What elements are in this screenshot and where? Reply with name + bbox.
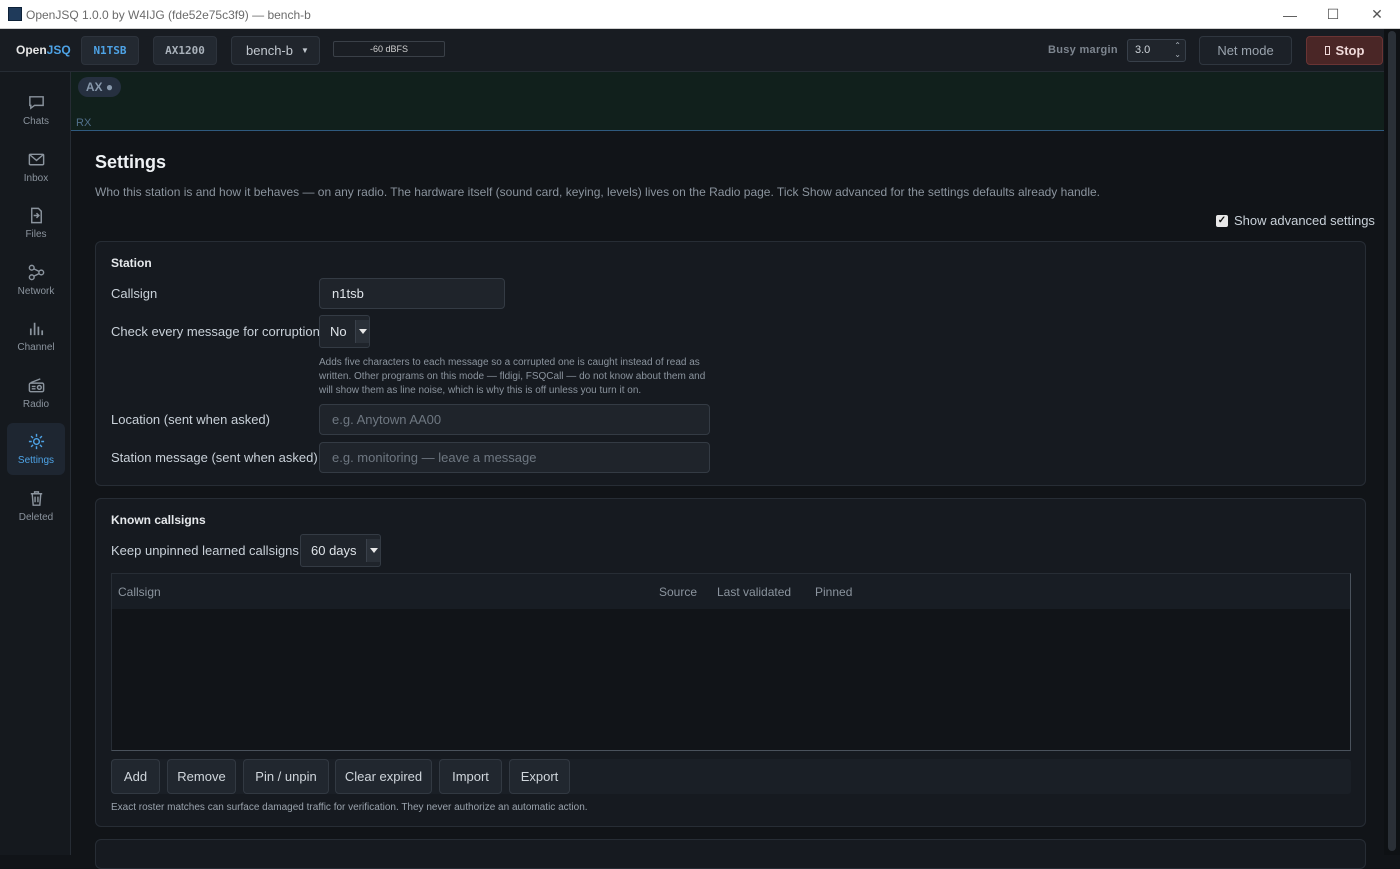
dropdown-caret-icon: ▼ <box>300 46 309 55</box>
sidebar-item-label: Files <box>25 229 47 240</box>
app-icon <box>8 7 22 21</box>
busy-margin-label: Busy margin <box>1048 44 1118 56</box>
sidebar-item-settings[interactable]: Settings <box>7 423 65 475</box>
sidebar-item-inbox[interactable]: Inbox <box>7 141 65 193</box>
known-callsigns-table[interactable]: Callsign Source Last validated Pinned <box>111 573 1351 751</box>
sidebar-item-label: Inbox <box>23 173 49 184</box>
station-card-title: Station <box>111 256 152 270</box>
checkbox-checked-icon[interactable]: ✓ <box>1216 214 1228 227</box>
envelope-icon <box>26 149 46 169</box>
sidebar-item-files[interactable]: Files <box>7 197 65 249</box>
stop-icon <box>1324 46 1330 55</box>
clear-expired-button[interactable]: Clear expired <box>335 759 432 794</box>
callsign-chip[interactable]: N1TSB <box>81 36 139 65</box>
network-nodes-icon <box>26 262 46 282</box>
callsign-label: Callsign <box>111 286 158 301</box>
location-label: Location (sent when asked) <box>111 412 270 427</box>
busy-margin-input[interactable]: 3.0 ⌃ ⌄ <box>1127 39 1186 62</box>
profile-select-value: bench-b <box>246 43 293 58</box>
chat-bubble-icon <box>26 92 46 112</box>
export-button[interactable]: Export <box>509 759 570 794</box>
rx-mode-chip[interactable]: AX ● <box>78 77 121 97</box>
sidebar-item-label: Settings <box>17 455 55 466</box>
sidebar-item-radio[interactable]: Radio <box>7 367 65 419</box>
minimize-button[interactable]: — <box>1268 0 1312 29</box>
dropdown-caret-icon <box>355 320 369 343</box>
sidebar-item-deleted[interactable]: Deleted <box>7 480 65 532</box>
sidebar-item-chats[interactable]: Chats <box>7 84 65 136</box>
spinner-arrows-icon[interactable]: ⌃ ⌄ <box>1174 41 1181 59</box>
maximize-button[interactable]: ☐ <box>1311 0 1355 29</box>
page-description: Who this station is and how it behaves —… <box>95 185 1101 199</box>
net-mode-button[interactable]: Net mode <box>1199 36 1292 65</box>
show-advanced-label: Show advanced settings <box>1234 213 1375 228</box>
known-callsigns-title: Known callsigns <box>111 513 206 527</box>
remove-button[interactable]: Remove <box>167 759 236 794</box>
file-import-icon <box>26 205 46 225</box>
page-title: Settings <box>95 152 167 172</box>
sidebar-item-label: Network <box>17 286 55 297</box>
keep-callsigns-label: Keep unpinned learned callsigns <box>111 543 299 558</box>
rx-waterfall-band[interactable]: AX ● RX <box>71 72 1384 131</box>
column-header-pinned[interactable]: Pinned <box>815 585 852 599</box>
station-message-label: Station message (sent when asked) <box>111 450 318 465</box>
callsign-field[interactable]: n1tsb <box>319 278 505 309</box>
rx-label: RX <box>76 117 92 129</box>
known-callsigns-card: Known callsigns Keep unpinned learned ca… <box>95 498 1366 827</box>
sidebar-item-label: Radio <box>22 399 50 410</box>
corruption-check-help: Adds five characters to each message so … <box>319 357 706 396</box>
column-header-last-validated[interactable]: Last validated <box>717 585 791 599</box>
dropdown-caret-icon <box>366 539 380 562</box>
bar-chart-icon <box>26 318 46 338</box>
gear-icon <box>26 431 46 451</box>
show-advanced-toggle[interactable]: ✓ Show advanced settings <box>1216 213 1375 228</box>
profile-select[interactable]: bench-b ▼ <box>231 36 320 65</box>
top-toolbar: OpenJSQ N1TSB AX1200 bench-b ▼ -60 dBFS … <box>0 29 1384 72</box>
radio-icon <box>26 375 46 395</box>
keep-callsigns-value: 60 days <box>311 543 357 558</box>
settings-page: Settings Who this station is and how it … <box>71 131 1384 869</box>
location-field[interactable]: e.g. Anytown AA00 <box>319 404 710 435</box>
pin-unpin-button[interactable]: Pin / unpin <box>243 759 329 794</box>
sidebar: Chats Inbox Files Network Channel Radio … <box>0 72 71 855</box>
column-header-callsign[interactable]: Callsign <box>118 585 161 599</box>
trash-icon <box>26 488 46 508</box>
add-button[interactable]: Add <box>111 759 160 794</box>
next-settings-card <box>95 839 1366 869</box>
known-callsigns-footnote: Exact roster matches can surface damaged… <box>111 802 588 813</box>
logo-open-text: Open <box>16 43 47 57</box>
sidebar-item-network[interactable]: Network <box>7 254 65 306</box>
logo-jsq-text: JSQ <box>46 43 71 57</box>
callsign-actions-bar: Add Remove Pin / unpin Clear expired Imp… <box>111 759 1351 794</box>
corruption-check-select[interactable]: No <box>319 315 370 348</box>
stop-label: Stop <box>1335 43 1365 58</box>
corruption-check-label: Check every message for corruption <box>111 324 320 339</box>
mode-chip[interactable]: AX1200 <box>153 36 217 65</box>
import-button[interactable]: Import <box>439 759 502 794</box>
station-message-field[interactable]: e.g. monitoring — leave a message <box>319 442 710 473</box>
audio-level-meter: -60 dBFS <box>333 41 445 57</box>
close-window-button[interactable]: ✕ <box>1355 0 1399 29</box>
scrollbar-thumb[interactable] <box>1388 31 1396 851</box>
window-title: OpenJSQ 1.0.0 by W4IJG (fde52e75c3f9) — … <box>26 8 311 22</box>
sidebar-item-channel[interactable]: Channel <box>7 310 65 362</box>
page-scrollbar[interactable] <box>1384 29 1400 855</box>
sidebar-item-label: Channel <box>17 342 55 353</box>
sidebar-item-label: Chats <box>22 116 50 127</box>
station-card: Station Callsign n1tsb Check every messa… <box>95 241 1366 486</box>
stop-button[interactable]: Stop <box>1306 36 1383 65</box>
column-header-source[interactable]: Source <box>659 585 697 599</box>
table-header: Callsign Source Last validated Pinned <box>112 574 1350 609</box>
keep-callsigns-select[interactable]: 60 days <box>300 534 381 567</box>
window-titlebar: OpenJSQ 1.0.0 by W4IJG (fde52e75c3f9) — … <box>0 0 1400 29</box>
busy-margin-value: 3.0 <box>1135 44 1151 56</box>
corruption-check-value: No <box>330 324 347 339</box>
app-logo: OpenJSQ <box>16 43 71 57</box>
sidebar-item-label: Deleted <box>18 512 54 523</box>
